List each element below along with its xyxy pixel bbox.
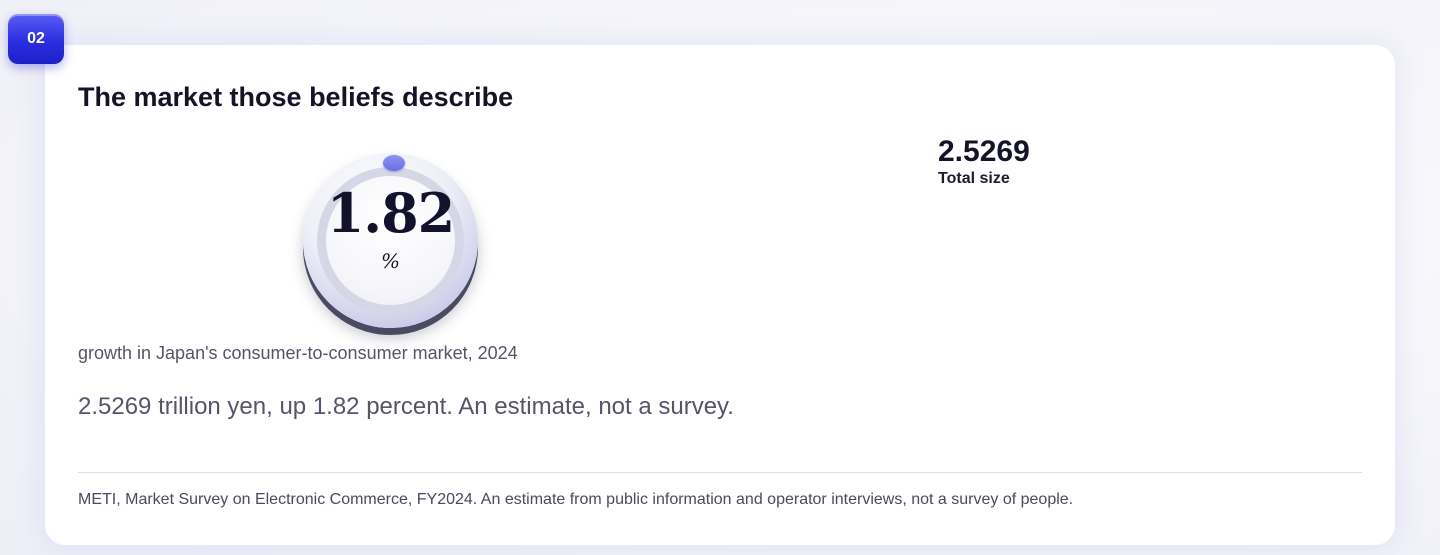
dial-caption: growth in Japan's consumer-to-consumer m…: [78, 343, 518, 363]
card-title: The market those beliefs describe: [78, 82, 514, 112]
summary-text: 2.5269 trillion yen, up 1.82 percent. An…: [78, 393, 734, 420]
divider: [78, 472, 1362, 473]
total-size-stat: 2.5269 Total size: [938, 135, 1030, 188]
total-size-label: Total size: [938, 170, 1010, 187]
total-size-value: 2.5269: [938, 135, 1030, 168]
stat-card: The market those beliefs describe 1.82 %…: [45, 45, 1395, 545]
source-note: METI, Market Survey on Electronic Commer…: [78, 491, 1074, 508]
section-number-badge: 02: [8, 14, 64, 64]
dial-value: 1.82: [326, 181, 456, 245]
dial-unit: %: [380, 249, 400, 273]
dial-knob-indicator: [383, 155, 405, 171]
growth-dial: 1.82 %: [303, 153, 478, 328]
